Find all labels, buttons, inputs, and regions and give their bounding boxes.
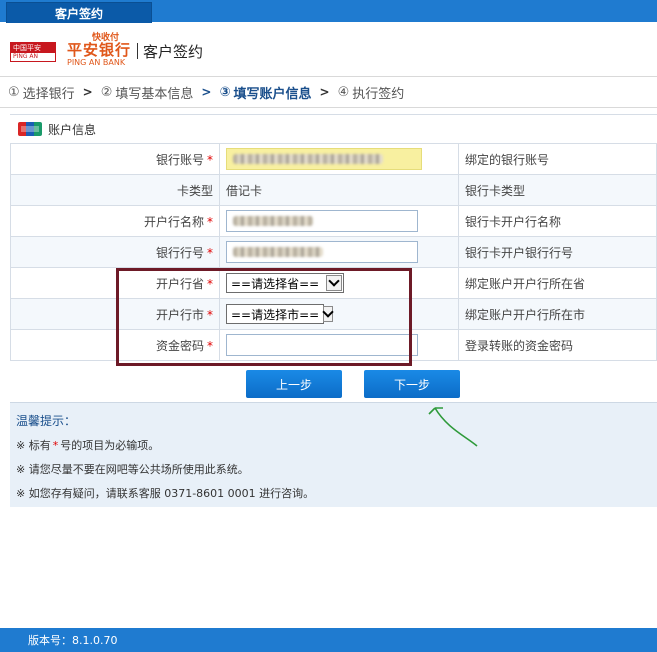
field-desc: 银行卡开户行名称 (458, 205, 657, 237)
bank-branch-name-input[interactable] (226, 210, 418, 232)
label-cell: 银行账号 * (10, 143, 220, 175)
province-select-value: ==请选择省== (231, 276, 320, 291)
chevron-down-icon[interactable] (326, 275, 342, 291)
unionpay-card-icon (18, 122, 42, 136)
label-cell: 资金密码 * (10, 329, 220, 361)
section-title: 账户信息 (48, 122, 97, 137)
input-cell (219, 236, 459, 268)
account-number-input[interactable] (226, 148, 422, 170)
version-label: 版本号：8.1.0.70 (28, 634, 118, 647)
field-label: 开户行市 (155, 307, 204, 322)
province-select[interactable]: ==请选择省== (226, 273, 344, 293)
step-progress: ① 选择银行 > ② 填写基本信息 > ③ 填写账户信息 > ④ 执行签约 (0, 76, 657, 108)
field-desc: 绑定的银行账号 (458, 143, 657, 175)
city-select-value: ==请选择市== (231, 307, 320, 322)
input-cell (219, 143, 459, 175)
account-form: 银行账号 * 绑定的银行账号 卡类型 借记卡 银行卡类型 开户行名称 * 银行卡开户… (10, 143, 657, 361)
field-label: 开户行省 (155, 276, 204, 291)
tip-required: ※ 标有 * 号的项目为必输项。 (16, 437, 159, 453)
input-cell: ==请选择省== (219, 267, 459, 299)
step-3-label: 填写账户信息 (233, 86, 312, 102)
required-mark: * (207, 245, 213, 260)
step-4: ④ 执行签约 (338, 83, 405, 102)
blurred-value (233, 216, 313, 226)
tip-required-prefix: ※ 标有 (16, 439, 51, 452)
bank-name-cn: 平安银行 (67, 41, 132, 59)
brand-separator (137, 43, 138, 59)
field-label: 银行行号 (155, 245, 204, 260)
field-label: 资金密码 (155, 338, 204, 353)
required-mark: * (52, 439, 59, 452)
step-4-number: ④ (337, 84, 350, 100)
required-mark: * (207, 214, 213, 229)
form-row-city: 开户行市 * ==请选择市== 绑定账户开户行所在市 (10, 298, 657, 330)
tip-required-suffix: 号的项目为必输项。 (60, 439, 160, 452)
annotation-arrow-icon (428, 407, 478, 447)
field-desc: 绑定账户开户行所在省 (458, 267, 657, 299)
prev-step-button[interactable]: 上一步 (246, 370, 342, 398)
bank-name-en: PING AN BANK (67, 58, 126, 67)
tip-contact: ※ 如您存有疑问，请联系客服 0371-8601 0001 进行咨询。 (16, 487, 315, 500)
logo-badge-sub: PING AN (13, 53, 39, 60)
label-cell: 卡类型 (10, 174, 220, 206)
page-title: 客户签约 (143, 43, 204, 61)
label-cell: 开户行名称 * (10, 205, 220, 237)
section-header-account: 账户信息 (10, 114, 657, 143)
form-row-bank-code: 银行行号 * 银行卡开户银行行号 (10, 236, 657, 268)
form-row-province: 开户行省 * ==请选择省== 绑定账户开户行所在省 (10, 267, 657, 299)
field-label: 银行账号 (155, 152, 204, 167)
field-desc: 银行卡开户银行行号 (458, 236, 657, 268)
step-3-current: ③ 填写账户信息 (219, 83, 311, 102)
label-cell: 银行行号 * (10, 236, 220, 268)
tips-panel: 温馨提示： ※ 标有 * 号的项目为必输项。 ※ 请您尽量不要在网吧等公共场所使用此… (10, 402, 657, 507)
step-1-number: ① (8, 84, 20, 100)
step-arrow-icon: > (201, 85, 212, 99)
field-desc: 绑定账户开户行所在市 (458, 298, 657, 330)
step-2: ② 填写基本信息 (101, 83, 194, 102)
required-mark: * (207, 152, 213, 167)
step-4-label: 执行签约 (352, 86, 405, 102)
fund-password-field[interactable] (226, 334, 418, 356)
field-desc: 登录转账的资金密码 (458, 329, 657, 361)
blurred-value (233, 154, 383, 164)
logo-badge-text: 中国平安 (13, 44, 41, 52)
tip-public-place: ※ 请您尽量不要在网吧等公共场所使用此系统。 (16, 463, 249, 476)
step-2-label: 填写基本信息 (115, 86, 194, 102)
label-cell: 开户行省 * (10, 267, 220, 299)
tab-customer-sign[interactable]: 客户签约 (6, 2, 152, 23)
step-1-label: 选择银行 (22, 86, 75, 102)
input-cell (219, 205, 459, 237)
input-cell (219, 329, 459, 361)
step-arrow-icon: > (319, 85, 330, 99)
input-cell: ==请选择市== (219, 298, 459, 330)
field-label: 开户行名称 (143, 214, 204, 229)
button-row: 上一步 下一步 (0, 370, 657, 400)
step-arrow-icon: > (82, 85, 93, 99)
chevron-down-icon[interactable] (323, 306, 334, 322)
brand-header: 中国平安 PING AN 快收付 平安银行 PING AN BANK 客户签约 (10, 30, 650, 74)
label-cell: 开户行市 * (10, 298, 220, 330)
footer-bar: 版本号：8.1.0.70 (0, 628, 657, 652)
step-3-number: ③ (219, 84, 231, 100)
required-mark: * (207, 307, 213, 322)
bank-code-input[interactable] (226, 241, 418, 263)
step-2-number: ② (100, 84, 113, 100)
step-1: ① 选择银行 (8, 83, 75, 102)
form-row-account-number: 银行账号 * 绑定的银行账号 (10, 143, 657, 175)
tips-title: 温馨提示： (16, 414, 77, 428)
required-mark: * (207, 276, 213, 291)
form-row-card-type: 卡类型 借记卡 银行卡类型 (10, 174, 657, 206)
form-row-fund-password: 资金密码 * 登录转账的资金密码 (10, 329, 657, 361)
city-select[interactable]: ==请选择市== (226, 304, 334, 324)
field-label: 卡类型 (176, 183, 213, 198)
required-mark: * (207, 338, 213, 353)
card-type-value: 借记卡 (219, 174, 459, 206)
top-bar: 客户签约 (0, 0, 657, 23)
form-row-bank-branch-name: 开户行名称 * 银行卡开户行名称 (10, 205, 657, 237)
pingan-group-logo: 中国平安 PING AN (10, 42, 56, 62)
next-step-button[interactable]: 下一步 (364, 370, 460, 398)
blurred-value (233, 247, 323, 257)
field-desc: 银行卡类型 (458, 174, 657, 206)
